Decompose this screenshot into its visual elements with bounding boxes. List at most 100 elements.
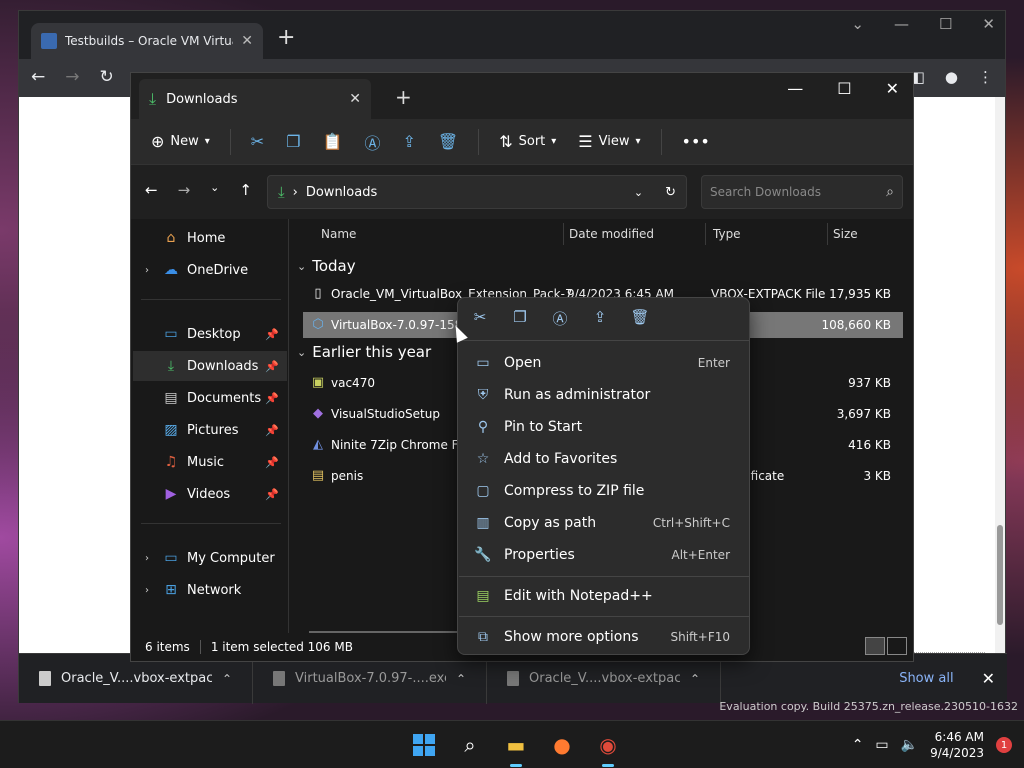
close-tab-icon[interactable]: ✕ [349, 91, 361, 107]
sidebar-item-desktop[interactable]: ▭ Desktop 📌 [133, 319, 287, 349]
file-name: vac470 [331, 376, 375, 390]
menu-item-properties[interactable]: 🔧 Properties Alt+Enter [464, 540, 744, 570]
start-button[interactable] [408, 729, 440, 761]
chevron-up-icon[interactable]: ⌃ [852, 737, 864, 753]
menu-item-edit-notepadpp[interactable]: ▤ Edit with Notepad++ [464, 581, 744, 611]
video-icon: ▶ [165, 486, 177, 502]
refresh-icon[interactable]: ↻ [665, 185, 676, 200]
sidebar-item-documents[interactable]: ▤ Documents 📌 [133, 383, 287, 413]
clock[interactable]: 6:46 AM 9/4/2023 [930, 729, 984, 761]
sidebar-item-home[interactable]: ⌂ Home [133, 223, 287, 253]
paste-button[interactable]: 📋 [315, 127, 351, 157]
new-tab-button[interactable]: + [395, 85, 412, 109]
minimize-icon[interactable]: — [894, 15, 909, 33]
close-icon[interactable]: ✕ [982, 669, 995, 688]
sidebar-item-videos[interactable]: ▶ Videos 📌 [133, 479, 287, 509]
sort-button[interactable]: ⇅ Sort ▾ [491, 127, 564, 157]
column-header-date[interactable]: Date modified [569, 219, 654, 249]
maximize-icon[interactable]: ☐ [837, 79, 851, 98]
chevron-up-icon[interactable]: ⌃ [222, 672, 232, 686]
column-divider[interactable] [705, 223, 706, 245]
copy-icon[interactable]: ❐ [510, 308, 530, 328]
search-input[interactable] [710, 185, 887, 199]
menu-item-run-as-admin[interactable]: ⛨ Run as administrator [464, 380, 744, 410]
network-icon[interactable]: ▭ [875, 737, 888, 753]
scrollbar-thumb[interactable] [997, 525, 1003, 625]
more-button[interactable]: ••• [674, 127, 718, 157]
page-scrollbar[interactable] [995, 97, 1005, 653]
details-view-icon[interactable] [865, 637, 885, 655]
menu-item-compress-zip[interactable]: ▢ Compress to ZIP file [464, 476, 744, 506]
address-bar[interactable]: ⤓ › Downloads ⌄ ↻ [267, 175, 687, 209]
copy-button[interactable]: ❐ [278, 127, 308, 157]
sidebar-item-onedrive[interactable]: › ☁ OneDrive [133, 255, 287, 285]
column-header-name[interactable]: Name [321, 219, 356, 249]
file-explorer-taskbar-button[interactable]: ▬ [500, 729, 532, 767]
sidebar-item-downloads[interactable]: ⤓ Downloads 📌 [133, 351, 287, 381]
rename-icon[interactable]: Ⓐ [550, 308, 570, 328]
rename-button[interactable]: Ⓐ [356, 127, 388, 157]
new-button[interactable]: ⊕ New ▾ [143, 127, 218, 157]
notification-badge[interactable]: 1 [996, 737, 1012, 753]
firefox-taskbar-button[interactable]: ● [546, 729, 578, 761]
share-icon[interactable]: ⇪ [590, 308, 610, 328]
expand-icon[interactable]: › [145, 585, 149, 596]
chrome-taskbar-button[interactable]: ◉ [592, 729, 624, 767]
column-header-size[interactable]: Size [833, 219, 858, 249]
group-header[interactable]: ⌄ Earlier this year [297, 343, 431, 361]
explorer-window-controls: — ☐ ✕ [787, 79, 899, 98]
virtualbox-icon: ⬡ [312, 317, 324, 332]
forward-icon[interactable]: → [178, 181, 191, 199]
sidebar-item-music[interactable]: ♫ Music 📌 [133, 447, 287, 477]
collapse-icon: ⌄ [297, 345, 307, 359]
back-icon[interactable]: ← [145, 181, 158, 199]
column-header-type[interactable]: Type [713, 219, 741, 249]
column-divider[interactable] [827, 223, 828, 245]
visual-studio-icon: ◆ [313, 406, 323, 421]
maximize-icon[interactable]: ☐ [939, 15, 952, 33]
close-tab-icon[interactable]: ✕ [241, 33, 253, 49]
sidebar-item-my-computer[interactable]: › ▭ My Computer [133, 543, 287, 573]
back-icon[interactable]: ← [31, 67, 45, 87]
expand-icon[interactable]: › [145, 265, 149, 276]
chevron-down-icon[interactable]: ⌄ [634, 186, 643, 199]
sidebar-item-pictures[interactable]: ▨ Pictures 📌 [133, 415, 287, 445]
menu-item-open[interactable]: ▭ Open Enter [464, 348, 744, 378]
reload-icon[interactable]: ↻ [100, 67, 114, 87]
profile-icon[interactable]: ● [945, 68, 958, 86]
scissors-icon[interactable]: ✂ [470, 308, 490, 328]
cut-button[interactable]: ✂ [243, 127, 272, 157]
delete-button[interactable]: 🗑 [430, 127, 466, 157]
menu-item-copy-as-path[interactable]: ▥ Copy as path Ctrl+Shift+C [464, 508, 744, 538]
browser-tab[interactable]: Testbuilds – Oracle VM VirtualBox ✕ [31, 23, 263, 59]
volume-icon[interactable]: 🔈 [901, 737, 918, 753]
column-divider[interactable] [563, 223, 564, 245]
menu-item-show-more-options[interactable]: ⧉ Show more options Shift+F10 [464, 622, 744, 652]
share-button[interactable]: ⇪ [394, 127, 423, 157]
expand-icon[interactable]: › [145, 553, 149, 564]
breadcrumb[interactable]: Downloads [306, 185, 377, 200]
trash-icon[interactable]: 🗑 [630, 308, 650, 328]
search-button[interactable]: ⌕ [454, 729, 486, 761]
menu-item-add-to-favorites[interactable]: ☆ Add to Favorites [464, 444, 744, 474]
chevron-up-icon[interactable]: ⌃ [456, 672, 466, 686]
menu-item-pin-to-start[interactable]: ⚲ Pin to Start [464, 412, 744, 442]
show-all-downloads-link[interactable]: Show all [899, 671, 953, 686]
chevron-down-icon[interactable]: ⌄ [851, 15, 864, 33]
up-icon[interactable]: ↑ [239, 181, 252, 199]
menu-item-shortcut: Ctrl+Shift+C [652, 516, 730, 530]
forward-icon[interactable]: → [65, 67, 79, 87]
recent-locations-icon[interactable]: ⌄ [210, 181, 219, 199]
explorer-tab[interactable]: ⤓ Downloads ✕ [139, 79, 371, 119]
group-header[interactable]: ⌄ Today [297, 257, 356, 275]
sidebar-item-network[interactable]: › ⊞ Network [133, 575, 287, 605]
new-tab-button[interactable]: + [277, 25, 295, 50]
close-icon[interactable]: ✕ [886, 79, 899, 98]
chevron-up-icon[interactable]: ⌃ [690, 672, 700, 686]
close-icon[interactable]: ✕ [982, 15, 995, 33]
search-icon[interactable]: ⌕ [886, 184, 894, 200]
view-button[interactable]: ☰ View ▾ [570, 127, 648, 157]
tiles-view-icon[interactable] [887, 637, 907, 655]
minimize-icon[interactable]: — [787, 79, 803, 98]
menu-icon[interactable]: ⋮ [978, 68, 993, 86]
